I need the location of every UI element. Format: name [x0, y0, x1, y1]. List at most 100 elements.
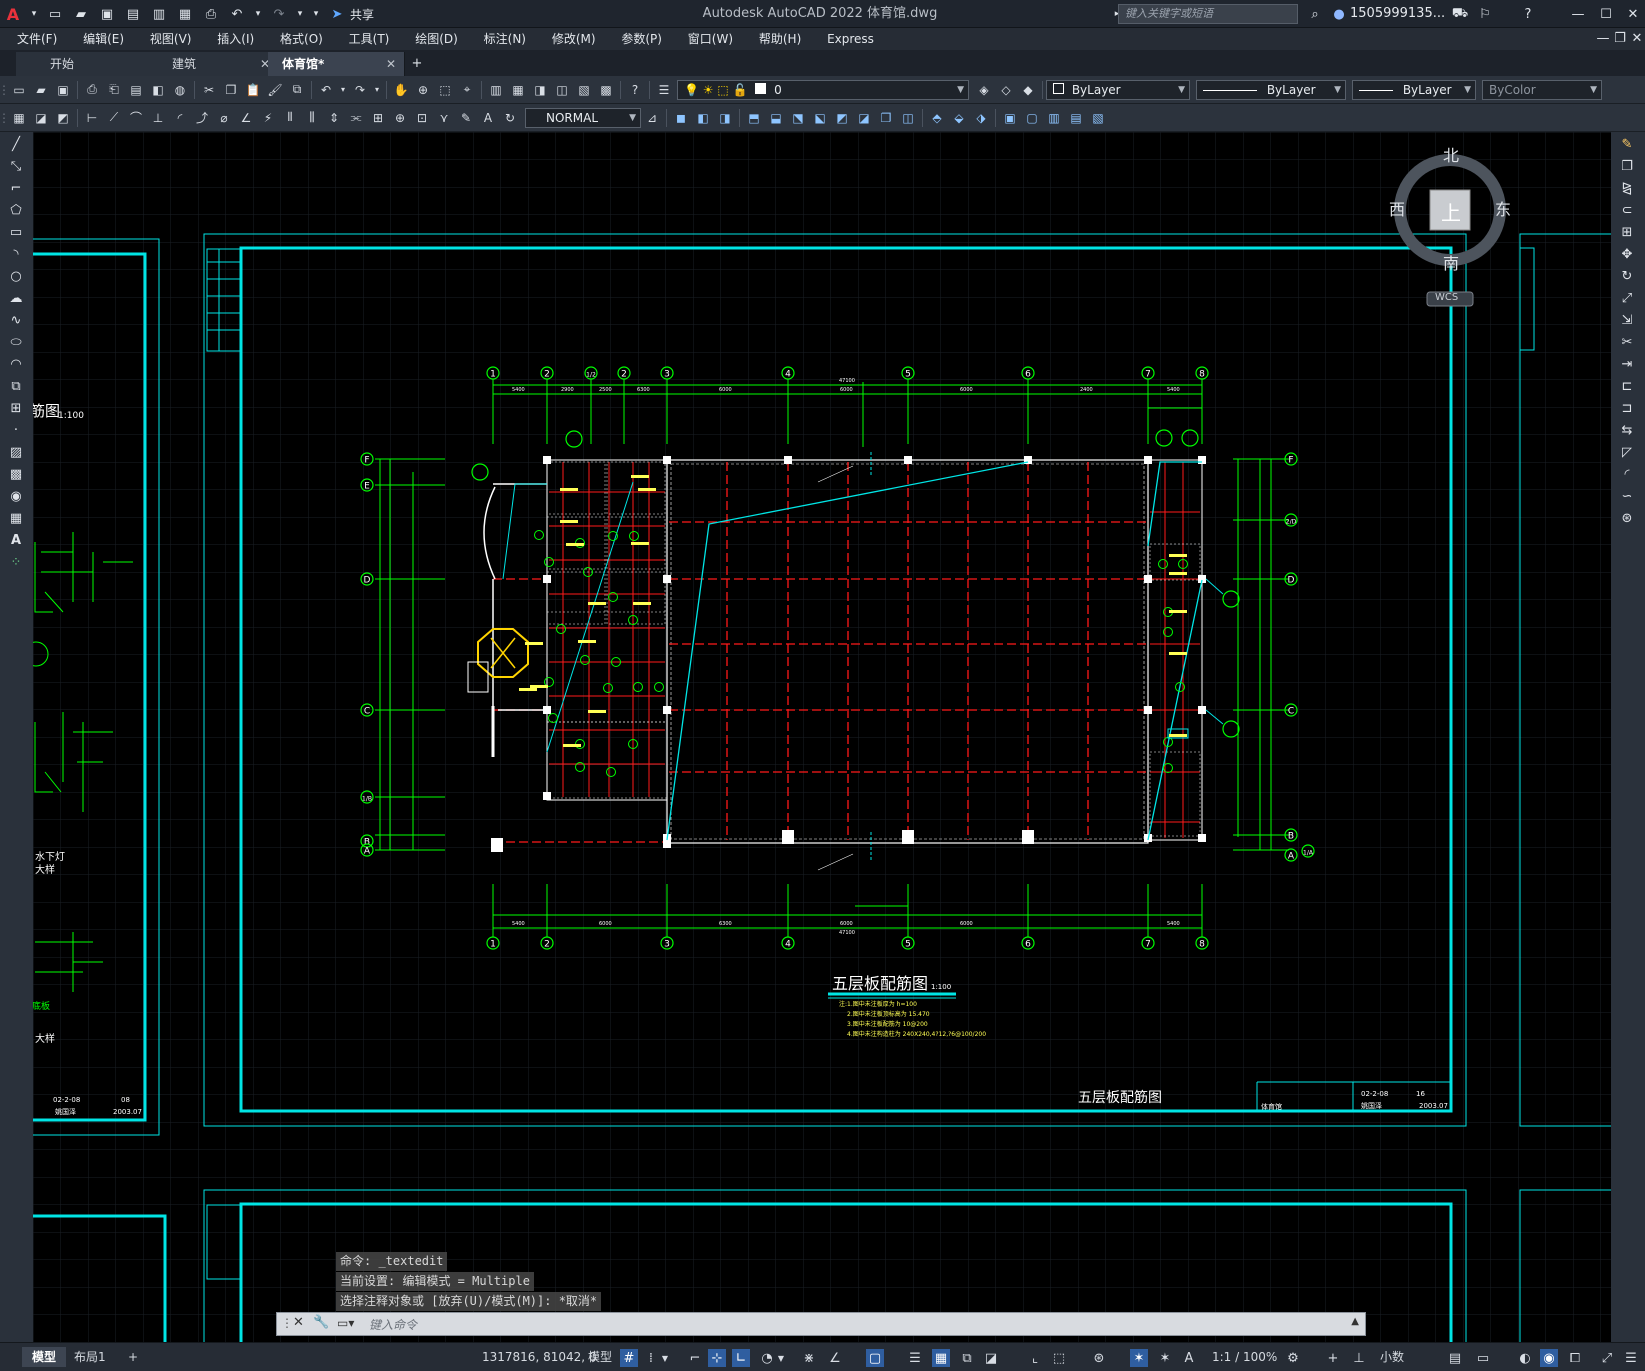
markup-icon[interactable]: ▧ [575, 81, 593, 99]
quick-properties-icon[interactable]: ▤ [1446, 1349, 1464, 1367]
redo-icon[interactable]: ↷ [351, 81, 369, 99]
stretch-icon[interactable]: ⇲ [1616, 310, 1638, 330]
command-bar-grip-icon[interactable]: ⋮ [281, 1316, 293, 1330]
revision-cloud-icon[interactable]: ☁ [5, 288, 27, 308]
radius-dim-icon[interactable]: ◜ [171, 109, 189, 127]
wcs-label[interactable]: WCS [1435, 292, 1458, 303]
lock-ui-icon[interactable]: ▭ [1474, 1349, 1492, 1367]
grip-icon[interactable]: ⋮ [0, 81, 10, 99]
open-file-icon[interactable]: ▰ [72, 6, 90, 22]
clean-icon[interactable]: ⬙ [950, 109, 968, 127]
isodraft-icon[interactable]: ⋇ [800, 1349, 818, 1367]
copy-edges-icon[interactable]: ▤ [1067, 109, 1085, 127]
construction-line-icon[interactable]: ⤡ [5, 156, 27, 176]
angular-dim-icon[interactable]: ∠ [237, 109, 255, 127]
layer-stack-icon[interactable]: ◩ [54, 109, 72, 127]
layer-viewport-icon[interactable]: ⬚ [717, 83, 728, 97]
polar-icon[interactable]: ◔ [758, 1349, 776, 1367]
chevron-down-icon[interactable]: ▼ [957, 81, 964, 99]
ellipse-icon[interactable]: ⬭ [5, 332, 27, 352]
rectangle-icon[interactable]: ▭ [5, 222, 27, 242]
menu-icon[interactable]: ☰ [1622, 1349, 1640, 1367]
make-block-icon[interactable]: ⊞ [5, 398, 27, 418]
chevron-down-icon[interactable]: ▼ [1178, 81, 1185, 99]
color-edges-icon[interactable]: ▧ [1089, 109, 1107, 127]
open-web-icon[interactable]: ▥ [150, 6, 168, 22]
doc-close-icon[interactable]: ✕ [1628, 30, 1645, 46]
circle-icon[interactable]: ○ [5, 266, 27, 286]
inspection-icon[interactable]: ⊡ [413, 109, 431, 127]
redo-icon[interactable]: ↷ [270, 6, 288, 22]
fillet-icon[interactable]: ◜ [1616, 464, 1638, 484]
new-tab-icon[interactable]: + [408, 55, 426, 71]
new-icon[interactable]: ▭ [10, 81, 28, 99]
layer-properties-icon[interactable]: ☰ [655, 81, 673, 99]
chamfer-icon[interactable]: ◸ [1616, 442, 1638, 462]
layer-dropdown[interactable]: 💡 ☀ ⬚ 🔓 0 ▼ [677, 79, 969, 100]
menu-draw[interactable]: 绘图(D) [404, 28, 469, 50]
new-file-icon[interactable]: ▭ [46, 6, 64, 22]
solid-subtract-icon[interactable]: ◧ [694, 109, 712, 127]
compass-east[interactable]: 东 [1495, 196, 1511, 220]
infer-constraints-icon[interactable]: ⌐ [686, 1349, 704, 1367]
plotstyle-dropdown[interactable]: ByColor ▼ [1482, 79, 1602, 100]
taper-faces-icon[interactable]: ◪ [855, 109, 873, 127]
ellipse-arc-icon[interactable]: ◠ [5, 354, 27, 374]
lineweight-dropdown[interactable]: ByLayer ▼ [1352, 79, 1476, 100]
workspace-gear-icon[interactable]: ⚙ [1284, 1349, 1302, 1367]
redo-dropdown-icon[interactable]: ▾ [296, 6, 304, 22]
undo-dropdown-icon[interactable]: ▾ [254, 6, 262, 22]
search-input[interactable]: 键入关键字或短语 [1118, 4, 1298, 24]
viewcube[interactable]: 北 南 西 东 上 WCS [1385, 142, 1515, 312]
share-button[interactable]: 共享 [350, 6, 374, 23]
region-icon[interactable]: ◉ [5, 486, 27, 506]
baseline-dim-icon[interactable]: ⫴ [281, 109, 299, 127]
drawing-canvas[interactable]: 筋图 1:100 水下灯 大样 底板 大样 02-2-08 08 姚国泽 200… [33, 132, 1611, 1342]
plot-icon[interactable]: ⎙ [202, 6, 220, 22]
tab-model[interactable]: 模型 [22, 1347, 67, 1367]
array-icon[interactable]: ⊞ [1616, 222, 1638, 242]
add-icon[interactable]: + [1324, 1349, 1342, 1367]
menu-insert[interactable]: 插入(I) [206, 28, 265, 50]
save-icon[interactable]: ▣ [98, 6, 116, 22]
share-icon[interactable]: ➤ [328, 6, 346, 22]
copy-icon[interactable]: ❐ [222, 81, 240, 99]
grip-icon[interactable]: ⋮ [0, 109, 10, 127]
check-icon[interactable]: ▢ [1023, 109, 1041, 127]
user-name[interactable]: 1505999135... [1350, 6, 1445, 21]
properties-icon[interactable]: ▥ [487, 81, 505, 99]
drawing-svg[interactable]: 筋图 1:100 水下灯 大样 底板 大样 02-2-08 08 姚国泽 200… [33, 132, 1611, 1342]
tab-layout1[interactable]: 布局1 [64, 1347, 116, 1367]
delete-faces-icon[interactable]: ⬕ [811, 109, 829, 127]
tolerance-icon[interactable]: ⊞ [369, 109, 387, 127]
mirror-icon[interactable]: ⧎ [1616, 178, 1638, 198]
autodesk-app-icon[interactable]: ⚐ [1476, 6, 1494, 22]
new-layout-icon[interactable]: + [118, 1347, 148, 1367]
open-icon[interactable]: ▰ [32, 81, 50, 99]
customize-qat-icon[interactable]: ▾ [312, 6, 320, 22]
auto-scale-icon[interactable]: ✶ [1156, 1349, 1174, 1367]
table-icon[interactable]: ▦ [10, 109, 28, 127]
recent-commands-icon[interactable]: ▭▾ [337, 1316, 354, 1330]
trim-icon[interactable]: ✂ [1616, 332, 1638, 352]
arc-length-icon[interactable]: ⌒ [127, 109, 145, 127]
annotation-scale-readout[interactable]: 1:1 / 100% [1202, 1347, 1287, 1367]
maximize-icon[interactable]: ☐ [1597, 6, 1615, 22]
dynamic-input-icon[interactable]: ⊹ [708, 1349, 726, 1367]
annotation-visibility-icon[interactable]: ✶ [1130, 1349, 1148, 1367]
break-icon[interactable]: ⊐ [1616, 398, 1638, 418]
menu-view[interactable]: 视图(V) [139, 28, 203, 50]
compass-north[interactable]: 北 [1443, 142, 1459, 166]
3d-osnap-icon[interactable]: ◪ [982, 1349, 1000, 1367]
doc-restore-icon[interactable]: ❐ [1611, 30, 1629, 46]
help-icon[interactable]: ? [1519, 6, 1537, 22]
osnap-tracking-icon[interactable]: ∠ [826, 1349, 844, 1367]
design-center-icon[interactable]: ▦ [509, 81, 527, 99]
compass-west[interactable]: 西 [1389, 196, 1405, 220]
polar-dropdown-icon[interactable]: ▼ [776, 1349, 786, 1367]
zoom-realtime-icon[interactable]: ⊕ [414, 81, 432, 99]
dim-space-icon[interactable]: ⇕ [325, 109, 343, 127]
cut-icon[interactable]: ✂ [200, 81, 218, 99]
gizmo-icon[interactable]: ⊛ [1090, 1349, 1108, 1367]
redo-dropdown-icon[interactable]: ▾ [373, 81, 381, 99]
